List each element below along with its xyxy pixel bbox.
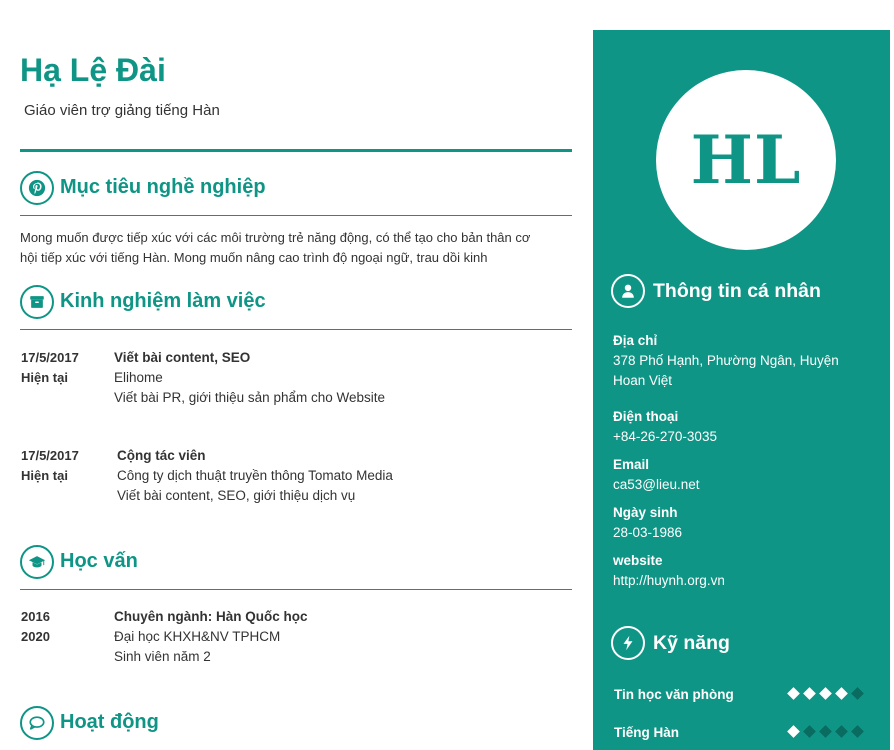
skills-header: Kỹ năng xyxy=(611,626,881,662)
experience-title-text: Viết bài content, SEO xyxy=(114,350,251,365)
experience-description: Viết bài content, SEO, giới thiệu dịch v… xyxy=(117,488,356,503)
personal-info-title: Thông tin cá nhân xyxy=(653,280,821,302)
job-position: Giáo viên trợ giảng tiếng Hàn xyxy=(24,102,220,119)
objective-divider xyxy=(20,215,572,216)
skill-row: Tin học văn phòng xyxy=(614,685,874,705)
objective-title: Mục tiêu nghề nghiệp xyxy=(60,176,266,198)
experience-content: Cộng tác viên Công ty dịch thuật truyền … xyxy=(117,446,567,506)
education-content: Chuyên ngành: Hàn Quốc học Đại học KHXH&… xyxy=(114,607,564,667)
email-block: Email ca53@lieu.net xyxy=(613,455,873,495)
start-date: 17/5/2017 xyxy=(21,448,79,463)
education-dates: 2016 2020 xyxy=(21,607,101,647)
phone-block: Điện thoại +84-26-270-3035 xyxy=(613,407,873,447)
skill-dot-filled xyxy=(787,687,800,700)
experience-section: Kinh nghiệm làm việc xyxy=(20,285,572,330)
personal-info-header: Thông tin cá nhân xyxy=(611,274,881,310)
speech-bubble-icon xyxy=(20,706,54,740)
skill-rating xyxy=(787,725,879,739)
activities-section: Hoạt động xyxy=(20,706,572,742)
main-column: Hạ Lệ Đài Giáo viên trợ giảng tiếng Hàn … xyxy=(20,0,572,750)
header-divider xyxy=(20,149,572,152)
experience-content: Viết bài content, SEO Elihome Viết bài P… xyxy=(114,348,564,408)
education-header: Học vấn xyxy=(20,545,572,590)
experience-title-text: Cộng tác viên xyxy=(117,448,206,463)
avatar-initials: HL xyxy=(690,121,802,199)
experience-description: Viết bài PR, giới thiệu sản phẩm cho Web… xyxy=(114,390,386,405)
skill-rating xyxy=(787,687,879,701)
address-block: Địa chỉ 378 Phố Hạnh, Phường Ngân, Huyện… xyxy=(613,331,873,391)
email-label: Email xyxy=(613,457,650,472)
experience-dates: 17/5/2017 Hiện tại xyxy=(21,348,101,388)
graduation-cap-icon xyxy=(20,545,54,579)
candidate-name: Hạ Lệ Đài xyxy=(20,52,166,88)
skill-dot-filled xyxy=(835,687,848,700)
skill-dot-empty xyxy=(803,725,816,738)
objective-header: Mục tiêu nghề nghiệp xyxy=(20,171,572,216)
end-date: Hiện tại xyxy=(21,468,68,483)
experience-company: Công ty dịch thuật truyền thông Tomato M… xyxy=(117,468,393,483)
skill-dot-empty xyxy=(835,725,848,738)
objective-line: hội tiếp xúc với tiếng Hàn. Mong muốn nâ… xyxy=(20,250,488,265)
skill-dot-empty xyxy=(819,725,832,738)
birthday-label: Ngày sinh xyxy=(613,505,678,520)
activities-header: Hoạt động xyxy=(20,706,572,742)
address-label: Địa chỉ xyxy=(613,333,658,348)
activities-title: Hoạt động xyxy=(60,711,159,733)
start-year: 2016 xyxy=(21,609,50,624)
address-line: 378 Phố Hạnh, Phường Ngân, Huyện xyxy=(613,353,839,368)
birthday-block: Ngày sinh 28-03-1986 xyxy=(613,503,873,543)
skill-row: Tiếng Hàn xyxy=(614,723,874,743)
education-major: Chuyên ngành: Hàn Quốc học xyxy=(114,609,308,624)
pinterest-icon xyxy=(20,171,54,205)
education-divider xyxy=(20,589,572,590)
website-value[interactable]: http://huynh.org.vn xyxy=(613,571,873,591)
objective-line: Mong muốn được tiếp xúc với các môi trườ… xyxy=(20,230,531,245)
education-note: Sinh viên năm 2 xyxy=(114,649,211,664)
end-date: Hiện tại xyxy=(21,370,68,385)
experience-company: Elihome xyxy=(114,370,163,385)
objective-section: Mục tiêu nghề nghiệp xyxy=(20,171,572,216)
phone-value: +84-26-270-3035 xyxy=(613,429,717,444)
address-line: Hoan Việt xyxy=(613,373,673,388)
skill-dot-empty xyxy=(851,687,864,700)
objective-text: Mong muốn được tiếp xúc với các môi trườ… xyxy=(20,228,572,268)
skills-title: Kỹ năng xyxy=(653,632,730,654)
experience-divider xyxy=(20,329,572,330)
end-year: 2020 xyxy=(21,629,50,644)
lightning-icon xyxy=(611,626,645,660)
skill-dot-filled xyxy=(803,687,816,700)
skill-dot-filled xyxy=(787,725,800,738)
experience-title: Kinh nghiệm làm việc xyxy=(60,290,266,312)
website-block: website http://huynh.org.vn xyxy=(613,551,873,591)
email-value: ca53@lieu.net xyxy=(613,477,700,492)
skill-dot-filled xyxy=(819,687,832,700)
education-school: Đại học KHXH&NV TPHCM xyxy=(114,629,281,644)
birthday-value: 28-03-1986 xyxy=(613,525,683,540)
start-date: 17/5/2017 xyxy=(21,350,79,365)
sidebar: HL Thông tin cá nhân Địa chỉ 378 Phố Hạn… xyxy=(593,30,890,750)
user-icon xyxy=(611,274,645,308)
experience-header: Kinh nghiệm làm việc xyxy=(20,285,572,330)
archive-icon xyxy=(20,285,54,319)
skill-name: Tin học văn phòng xyxy=(614,687,734,702)
avatar: HL xyxy=(656,70,836,250)
skill-name: Tiếng Hàn xyxy=(614,725,680,740)
skill-dot-empty xyxy=(851,725,864,738)
phone-label: Điện thoại xyxy=(613,409,679,424)
education-section: Học vấn xyxy=(20,545,572,590)
experience-dates: 17/5/2017 Hiện tại xyxy=(21,446,101,486)
education-title: Học vấn xyxy=(60,550,138,572)
website-label: website xyxy=(613,553,663,568)
